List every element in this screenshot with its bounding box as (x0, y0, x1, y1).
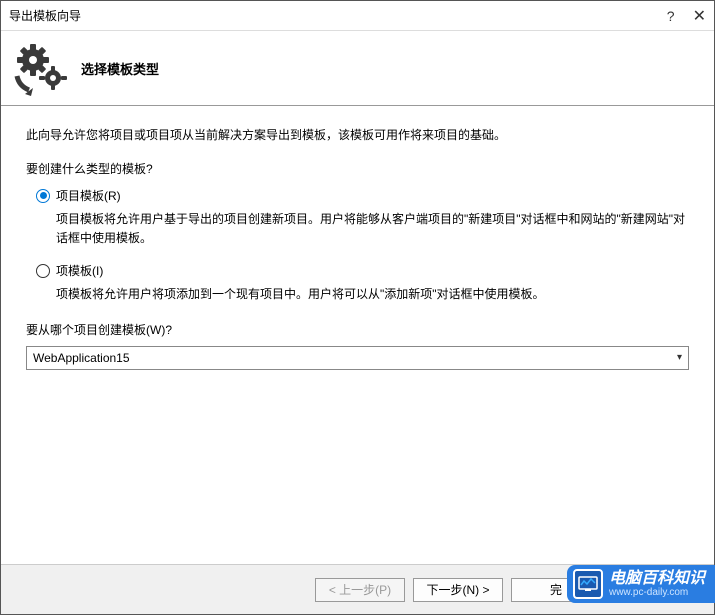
content-area: 此向导允许您将项目或项目项从当前解决方案导出到模板，该模板可用作将来项目的基础。… (1, 106, 714, 564)
radio-item-label[interactable]: 项模板(I) (56, 262, 103, 279)
radio-project-label[interactable]: 项目模板(R) (56, 187, 121, 204)
radio-item-circle[interactable] (36, 264, 50, 278)
next-button[interactable]: 下一步(N) > (413, 578, 503, 602)
radio-item-row[interactable]: 项模板(I) (36, 262, 689, 279)
dropdown-label: 要从哪个项目创建模板(W)? (26, 321, 689, 338)
radio-item-template: 项模板(I) 项模板将允许用户将项添加到一个现有项目中。用户将可以从"添加新项"… (36, 262, 689, 304)
header-section: 选择模板类型 (1, 31, 714, 106)
close-button[interactable]: ✕ (693, 6, 706, 26)
intro-text: 此向导允许您将项目或项目项从当前解决方案导出到模板，该模板可用作将来项目的基础。 (26, 126, 689, 144)
watermark-main: 电脑百科知识 (609, 570, 705, 588)
window-title: 导出模板向导 (9, 7, 667, 24)
chevron-down-icon: ▾ (677, 352, 682, 363)
titlebar-controls: ? ✕ (667, 6, 706, 26)
radio-project-circle[interactable] (36, 189, 50, 203)
titlebar: 导出模板向导 ? ✕ (1, 1, 714, 31)
radio-project-template: 项目模板(R) 项目模板将允许用户基于导出的项目创建新项目。用户将能够从客户端项… (36, 187, 689, 248)
type-label: 要创建什么类型的模板? (26, 160, 689, 177)
dropdown-value: WebApplication15 (33, 351, 130, 365)
header-subtitle: 选择模板类型 (81, 59, 159, 78)
help-button[interactable]: ? (667, 8, 675, 24)
prev-button: < 上一步(P) (315, 578, 405, 602)
radio-project-row[interactable]: 项目模板(R) (36, 187, 689, 204)
watermark-sub: www.pc-daily.com (609, 587, 705, 598)
project-dropdown[interactable]: WebApplication15 ▾ (26, 346, 689, 370)
watermark: 电脑百科知识 www.pc-daily.com (567, 565, 715, 603)
radio-project-desc: 项目模板将允许用户基于导出的项目创建新项目。用户将能够从客户端项目的"新建项目"… (56, 210, 689, 248)
watermark-monitor-icon (573, 569, 603, 599)
gears-icon (11, 38, 71, 98)
watermark-text: 电脑百科知识 www.pc-daily.com (609, 570, 705, 599)
radio-group: 项目模板(R) 项目模板将允许用户基于导出的项目创建新项目。用户将能够从客户端项… (36, 187, 689, 305)
wizard-window: 导出模板向导 ? ✕ (0, 0, 715, 615)
radio-item-desc: 项模板将允许用户将项添加到一个现有项目中。用户将可以从"添加新项"对话框中使用模… (56, 285, 689, 304)
radio-dot (40, 192, 47, 199)
